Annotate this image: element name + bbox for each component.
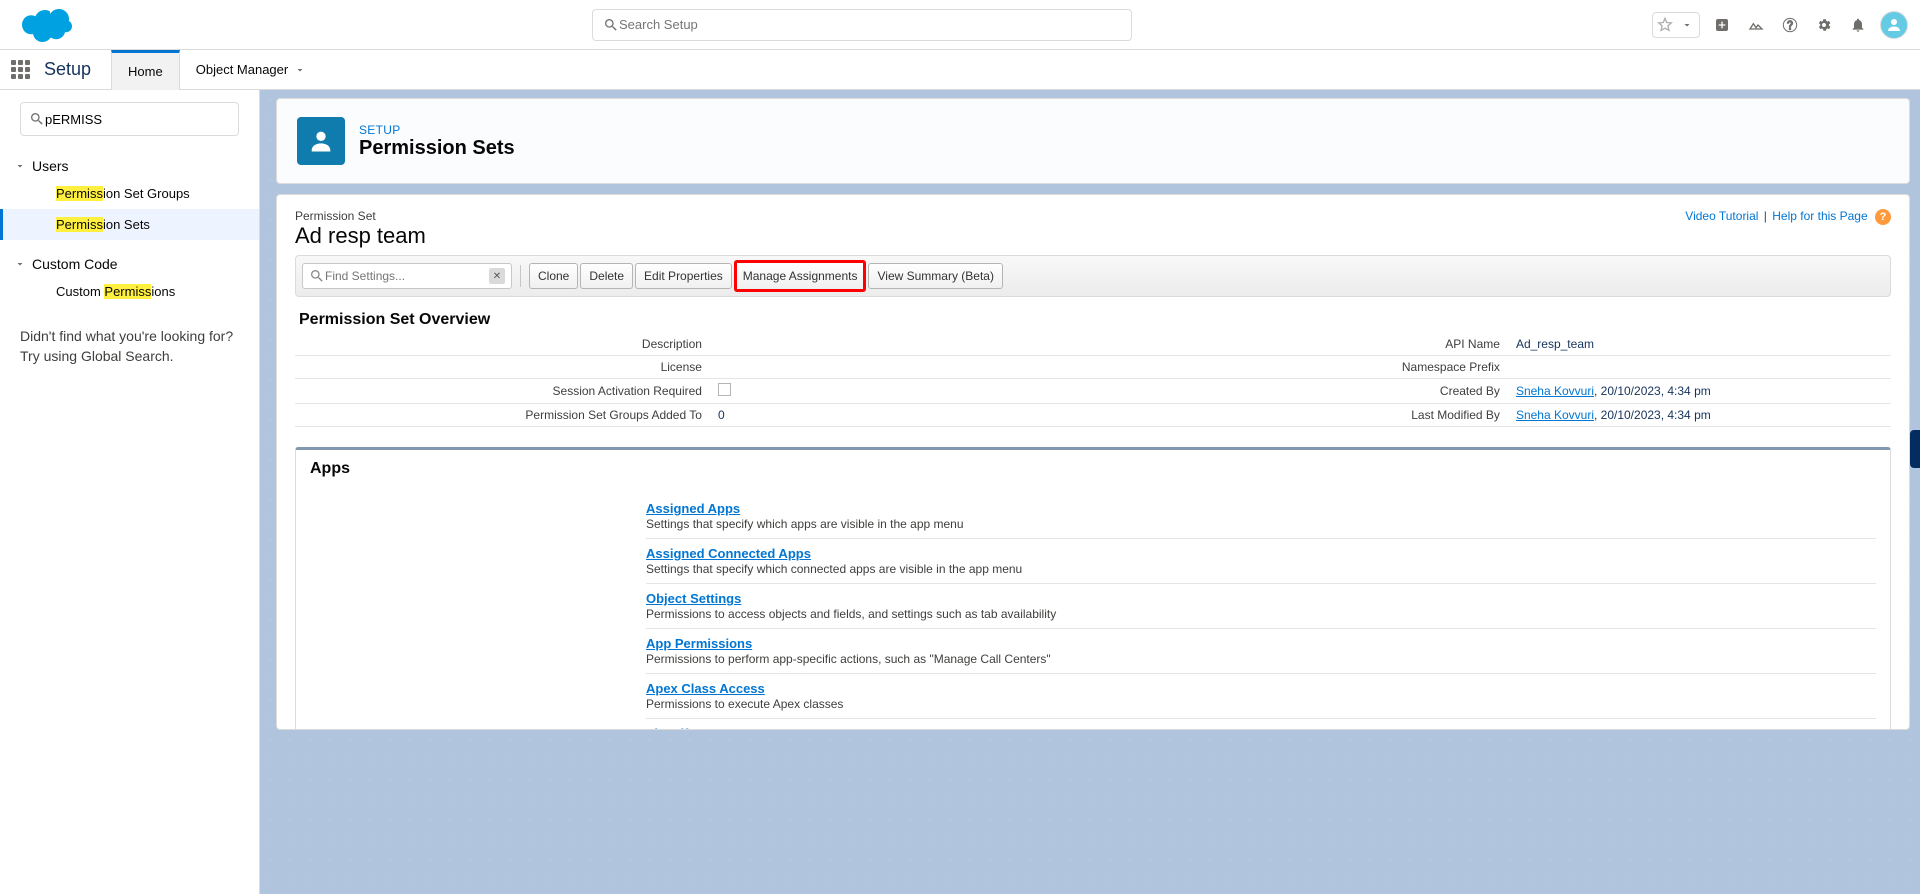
app-link-row: App PermissionsPermissions to perform ap… <box>646 629 1876 674</box>
global-search-input[interactable] <box>619 17 1121 32</box>
sub-header: Setup Home Object Manager <box>0 50 1920 90</box>
app-link[interactable]: Apex Class Access <box>646 681 765 696</box>
help-badge-icon[interactable]: ? <box>1875 209 1891 225</box>
app-link-desc: Settings that specify which apps are vis… <box>646 517 1876 531</box>
overview-heading: Permission Set Overview <box>295 311 1891 329</box>
bell-icon[interactable] <box>1846 13 1870 37</box>
setup-tree-sidebar: Users Permission Set Groups Permission S… <box>0 90 260 894</box>
side-panel-tab[interactable] <box>1910 430 1920 468</box>
record-title: Ad resp team <box>295 223 426 249</box>
permission-set-icon <box>297 117 345 165</box>
tab-home[interactable]: Home <box>111 50 180 90</box>
search-icon <box>29 111 45 127</box>
app-link[interactable]: Visualforce Page Access <box>646 726 799 729</box>
clone-button[interactable]: Clone <box>529 263 578 289</box>
delete-button[interactable]: Delete <box>580 263 633 289</box>
header-actions: ? <box>1652 11 1908 39</box>
session-activation-checkbox <box>718 383 731 396</box>
app-link-desc: Permissions to access objects and fields… <box>646 607 1876 621</box>
chevron-down-icon[interactable] <box>1677 15 1697 35</box>
global-header: ? <box>0 0 1920 50</box>
view-summary-button[interactable]: View Summary (Beta) <box>868 263 1002 289</box>
modified-by-link[interactable]: Sneha Kovvuri <box>1516 408 1594 422</box>
find-settings-input[interactable] <box>325 269 489 283</box>
star-icon[interactable] <box>1655 15 1675 35</box>
sidebar-item-custom-permissions[interactable]: Custom Permissions <box>0 276 259 307</box>
clear-icon[interactable]: ✕ <box>489 268 505 284</box>
help-links: Video Tutorial | Help for this Page ? <box>1685 209 1891 225</box>
tab-object-manager[interactable]: Object Manager <box>180 50 323 90</box>
sidebar-item-permission-set-groups[interactable]: Permission Set Groups <box>0 178 259 209</box>
app-link-row: Object SettingsPermissions to access obj… <box>646 584 1876 629</box>
apps-heading: Apps <box>296 450 1890 488</box>
gear-icon[interactable] <box>1812 13 1836 37</box>
created-by-link[interactable]: Sneha Kovvuri <box>1516 384 1594 398</box>
global-search[interactable] <box>592 9 1132 41</box>
app-link-row: Apex Class AccessPermissions to execute … <box>646 674 1876 719</box>
help-icon[interactable]: ? <box>1778 13 1802 37</box>
search-icon <box>603 17 619 33</box>
tree-section-users[interactable]: Users <box>0 154 259 178</box>
no-results-hint: Didn't find what you're looking for? Try… <box>0 313 259 380</box>
app-link[interactable]: Assigned Apps <box>646 501 740 516</box>
app-link-desc: Settings that specify which connected ap… <box>646 562 1876 576</box>
tree-section-custom-code[interactable]: Custom Code <box>0 252 259 276</box>
svg-text:?: ? <box>1787 19 1793 31</box>
page-header: SETUP Permission Sets <box>276 98 1910 184</box>
app-link-desc: Permissions to perform app-specific acti… <box>646 652 1876 666</box>
help-page-link[interactable]: Help for this Page <box>1772 209 1867 223</box>
app-link-desc: Permissions to execute Apex classes <box>646 697 1876 711</box>
content-area: SETUP Permission Sets Permission Set Ad … <box>260 90 1920 894</box>
manage-assignments-button[interactable]: Manage Assignments <box>734 260 867 292</box>
avatar[interactable] <box>1880 11 1908 39</box>
page-title: Permission Sets <box>359 137 515 160</box>
quick-find[interactable] <box>20 102 239 136</box>
app-launcher-icon[interactable] <box>0 50 40 90</box>
chevron-down-icon <box>14 160 26 172</box>
find-settings[interactable]: ✕ <box>302 263 512 289</box>
trailhead-icon[interactable] <box>1744 13 1768 37</box>
search-icon <box>309 268 325 284</box>
action-toolbar: ✕ Clone Delete Edit Properties Manage As… <box>295 255 1891 297</box>
quick-find-input[interactable] <box>45 112 230 127</box>
salesforce-logo[interactable] <box>20 7 72 43</box>
app-link-row: Visualforce Page AccessPermissions to ex… <box>646 719 1876 729</box>
detail-card: Permission Set Ad resp team Video Tutori… <box>276 194 1910 730</box>
app-name: Setup <box>40 59 111 80</box>
app-link-row: Assigned AppsSettings that specify which… <box>646 494 1876 539</box>
chevron-down-icon <box>294 64 306 76</box>
video-tutorial-link[interactable]: Video Tutorial <box>1685 209 1758 223</box>
edit-properties-button[interactable]: Edit Properties <box>635 263 732 289</box>
app-link[interactable]: Object Settings <box>646 591 741 606</box>
sidebar-item-permission-sets[interactable]: Permission Sets <box>0 209 259 240</box>
page-eyebrow: SETUP <box>359 123 515 137</box>
chevron-down-icon <box>14 258 26 270</box>
app-link[interactable]: App Permissions <box>646 636 752 651</box>
app-link[interactable]: Assigned Connected Apps <box>646 546 811 561</box>
app-link-row: Assigned Connected AppsSettings that spe… <box>646 539 1876 584</box>
plus-icon[interactable] <box>1710 13 1734 37</box>
favorites-group <box>1652 12 1700 38</box>
apps-section: Apps Assigned AppsSettings that specify … <box>295 447 1891 729</box>
breadcrumb: Permission Set <box>295 209 426 223</box>
overview-table: Description API Name Ad_resp_team Licens… <box>295 333 1891 427</box>
